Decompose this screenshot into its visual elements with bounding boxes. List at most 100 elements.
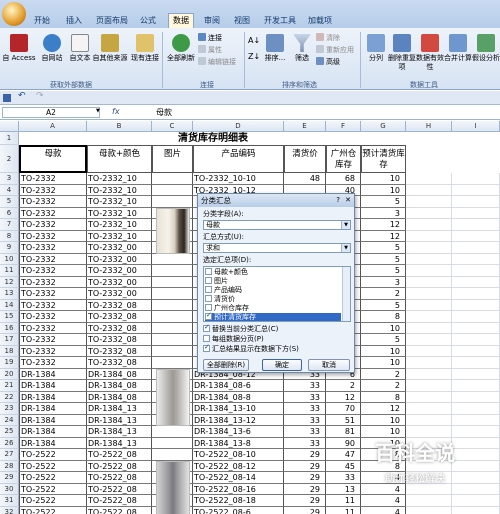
cancel-button[interactable]: 取消 (308, 359, 350, 371)
name-box-dropdown-icon[interactable]: ▼ (96, 108, 100, 114)
subtotal-field-item[interactable]: 预计清货库存 (205, 311, 341, 321)
option-replace[interactable]: 替换当前分类汇总(C) (203, 323, 278, 334)
filter-button[interactable]: 筛选 (290, 34, 314, 63)
tab-review[interactable]: 审阅 (204, 14, 220, 28)
row-header[interactable]: 21 (0, 380, 19, 392)
row-header[interactable]: 20 (0, 368, 19, 380)
checkbox[interactable] (203, 323, 210, 332)
fx-icon[interactable]: fx (112, 107, 120, 116)
row-header[interactable]: 11 (0, 265, 19, 277)
column-header[interactable]: A (19, 121, 87, 132)
row-header[interactable]: 9 (0, 242, 19, 254)
undo-button[interactable]: ↶ (18, 91, 26, 101)
column-header[interactable]: I (452, 121, 500, 132)
from-web-button[interactable]: 自网站 (38, 34, 66, 63)
connections-button[interactable]: 连接 (198, 33, 222, 43)
name-box[interactable]: A2 (2, 107, 100, 118)
redo-button[interactable]: ↷ (36, 91, 44, 101)
row-header[interactable]: 17 (0, 334, 19, 346)
function-select[interactable]: 求和 ▼ (203, 243, 351, 253)
row-header[interactable]: 3 (0, 173, 19, 185)
office-button[interactable] (2, 2, 26, 26)
row-header[interactable]: 8 (0, 230, 19, 242)
sort-desc-button[interactable]: Z↓ (248, 52, 260, 62)
edit-links-button[interactable]: 编辑链接 (198, 57, 236, 67)
column-header[interactable]: G (361, 121, 406, 132)
row-header[interactable]: 27 (0, 449, 19, 461)
row-header[interactable]: 16 (0, 322, 19, 334)
column-header[interactable]: E (284, 121, 326, 132)
remove-duplicates-button[interactable]: 删除重复项 (388, 34, 416, 72)
option-page-break[interactable]: 每组数据分页(P) (203, 335, 264, 344)
from-text-button[interactable]: 自文本 (66, 34, 94, 63)
row-header[interactable]: 31 (0, 495, 19, 507)
subtotal-field-item[interactable]: 母款+颜色 (205, 268, 341, 277)
close-button[interactable]: ✕ (345, 194, 351, 207)
row-header[interactable]: 19 (0, 357, 19, 369)
tab-formulas[interactable]: 公式 (140, 14, 156, 28)
row-header[interactable]: 22 (0, 391, 19, 403)
from-access-button[interactable]: 自 Access (2, 34, 36, 63)
tab-data[interactable]: 数据 (168, 13, 194, 29)
select-all-corner[interactable] (0, 121, 19, 132)
column-header[interactable]: B (87, 121, 152, 132)
tab-insert[interactable]: 插入 (66, 14, 82, 28)
row-header[interactable]: 12 (0, 276, 19, 288)
clear-filter-button[interactable]: 清除 (316, 33, 340, 43)
subtotal-fields-list[interactable]: 母款+颜色图片产品编码清货价广州仓库存预计清货库存 (203, 266, 351, 322)
tab-view[interactable]: 视图 (234, 14, 250, 28)
sort-button[interactable]: 排序... (262, 34, 288, 63)
row-header[interactable]: 5 (0, 196, 19, 208)
row-header[interactable]: 2 (0, 145, 19, 173)
subtotal-field-item[interactable]: 清货价 (205, 295, 341, 304)
checkbox[interactable] (205, 311, 212, 320)
tab-developer[interactable]: 开发工具 (264, 14, 296, 28)
tab-page-layout[interactable]: 页面布局 (96, 14, 128, 28)
row-header[interactable]: 23 (0, 403, 19, 415)
row-header[interactable]: 24 (0, 414, 19, 426)
advanced-filter-button[interactable]: 高级 (316, 57, 340, 67)
remove-all-button[interactable]: 全部删除(R) (203, 359, 249, 371)
from-other-sources-button[interactable]: 自其他来源 (92, 34, 128, 63)
checkbox[interactable] (205, 268, 212, 275)
properties-button[interactable]: 属性 (198, 45, 222, 55)
option-summary-below[interactable]: 汇总结果显示在数据下方(S) (203, 343, 299, 354)
row-header[interactable]: 29 (0, 472, 19, 484)
row-header[interactable]: 15 (0, 311, 19, 323)
row-header[interactable]: 25 (0, 426, 19, 438)
tab-addins[interactable]: 加载项 (308, 14, 332, 28)
sort-asc-button[interactable]: A↓ (248, 36, 260, 46)
row-header[interactable]: 4 (0, 184, 19, 196)
subtotal-field-item[interactable]: 广州仓库存 (205, 304, 341, 313)
checkbox[interactable] (203, 343, 210, 352)
save-icon[interactable] (3, 94, 11, 102)
checkbox[interactable] (205, 295, 212, 302)
list-scrollbar[interactable] (342, 267, 350, 321)
existing-connections-button[interactable]: 现有连接 (130, 34, 160, 63)
row-header[interactable]: 10 (0, 253, 19, 265)
checkbox[interactable] (205, 277, 212, 284)
column-header[interactable]: D (193, 121, 284, 132)
subtotal-field-item[interactable]: 图片 (205, 277, 341, 286)
group-by-select[interactable]: 母款 ▼ (203, 220, 351, 230)
data-validation-button[interactable]: 数据有效性 (416, 34, 444, 72)
text-to-columns-button[interactable]: 分列 (364, 34, 388, 63)
row-header[interactable]: 1 (0, 132, 19, 145)
tab-home[interactable]: 开始 (34, 14, 50, 28)
help-button[interactable]: ? (336, 194, 340, 207)
row-header[interactable]: 14 (0, 299, 19, 311)
column-header[interactable]: H (406, 121, 452, 132)
row-header[interactable]: 7 (0, 219, 19, 231)
checkbox[interactable] (205, 304, 212, 311)
column-header[interactable]: C (152, 121, 193, 132)
refresh-all-button[interactable]: 全部刷新 (166, 34, 196, 63)
reapply-button[interactable]: 重新应用 (316, 45, 354, 55)
row-header[interactable]: 6 (0, 207, 19, 219)
what-if-button[interactable]: 假设分析 (472, 34, 500, 63)
column-header[interactable]: F (326, 121, 361, 132)
ok-button[interactable]: 确定 (262, 359, 302, 371)
checkbox[interactable] (203, 335, 210, 342)
row-header[interactable]: 30 (0, 483, 19, 495)
consolidate-button[interactable]: 合并计算 (444, 34, 472, 63)
row-header[interactable]: 32 (0, 506, 19, 514)
